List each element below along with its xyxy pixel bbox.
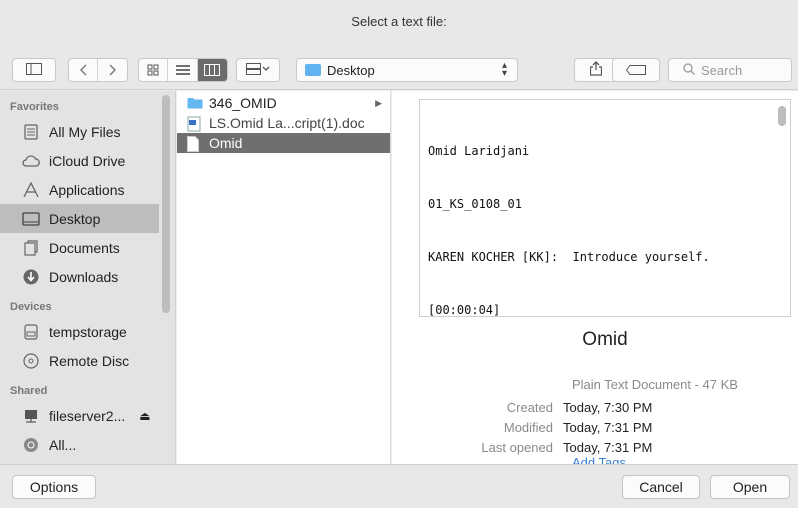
tags-button[interactable] xyxy=(612,58,660,82)
sidebar-item-label: Documents xyxy=(49,239,120,256)
file-row-doc[interactable]: LS.Omid La...cript(1).doc xyxy=(177,113,390,133)
meta-row-last-opened: Last opened Today, 7:31 PM xyxy=(392,437,798,457)
chevron-left-icon xyxy=(79,64,87,76)
desktop-icon xyxy=(22,211,40,227)
file-name: LS.Omid La...cript(1).doc xyxy=(209,115,365,131)
sidebar-item-label: iCloud Drive xyxy=(49,152,126,169)
file-column: 346_OMID ▶ LS.Omid La...cript(1).doc Omi… xyxy=(177,91,391,464)
preview-line: 01_KS_0108_01 xyxy=(428,197,522,211)
sidebar-item-label: fileserver2... xyxy=(49,407,126,424)
sidebar-item-label: All... xyxy=(49,436,77,453)
cancel-button[interactable]: Cancel xyxy=(622,475,700,499)
sidebar-heading-shared: Shared xyxy=(10,385,48,397)
meta-value: Today, 7:31 PM xyxy=(563,419,653,435)
columns-icon xyxy=(204,64,221,76)
sidebar-item-all-my-files[interactable]: All My Files xyxy=(0,117,175,146)
eject-icon[interactable]: ⏏ xyxy=(139,409,150,423)
cloud-icon xyxy=(22,153,40,169)
window-title: Select a text file: xyxy=(0,0,798,50)
preview-line: Omid Laridjani xyxy=(428,144,530,158)
doc-file-icon xyxy=(187,116,201,132)
sidebar-item-label: Remote Disc xyxy=(49,352,130,369)
meta-key: Last opened xyxy=(481,439,553,455)
drive-icon xyxy=(22,323,40,340)
downloads-icon xyxy=(22,269,40,285)
sidebar-item-label: Applications xyxy=(49,181,125,198)
text-preview[interactable]: Omid Laridjani 01_KS_0108_01 KAREN KOCHE… xyxy=(419,99,791,317)
group-icon xyxy=(246,62,270,78)
network-icon xyxy=(22,437,40,453)
folder-icon xyxy=(187,96,203,110)
sidebar-heading-devices: Devices xyxy=(10,301,52,313)
icon-view-button[interactable] xyxy=(139,59,169,81)
list-icon xyxy=(175,64,190,76)
search-field[interactable]: Search xyxy=(668,58,792,82)
back-forward-control xyxy=(68,58,128,82)
sidebar-icon xyxy=(26,62,42,78)
preview-pane: Omid Laridjani 01_KS_0108_01 KAREN KOCHE… xyxy=(392,91,798,464)
sidebar-item-remote-disc[interactable]: Remote Disc xyxy=(0,346,175,375)
preview-file-name: Omid xyxy=(582,329,628,350)
file-name: 346_OMID xyxy=(209,95,277,111)
search-placeholder: Search xyxy=(701,62,743,78)
bottom-bar: Options Cancel Open xyxy=(0,464,798,508)
list-view-button[interactable] xyxy=(168,59,198,81)
sidebar: Favorites All My Files iCloud Drive Appl… xyxy=(0,91,176,464)
toolbar: Desktop ▴ ▾ Search xyxy=(0,50,798,90)
preview-scrollbar[interactable] xyxy=(778,106,786,126)
meta-value: Today, 7:30 PM xyxy=(563,399,653,415)
file-row-text[interactable]: Omid xyxy=(177,133,390,153)
options-button[interactable]: Options xyxy=(12,475,96,499)
folder-icon xyxy=(305,64,321,76)
sidebar-item-documents[interactable]: Documents xyxy=(0,233,175,262)
documents-icon xyxy=(22,239,40,256)
server-icon xyxy=(22,408,40,424)
view-mode-control xyxy=(138,58,228,82)
applications-icon xyxy=(22,181,40,198)
sidebar-item-applications[interactable]: Applications xyxy=(0,175,175,204)
file-row-folder[interactable]: 346_OMID ▶ xyxy=(177,93,390,113)
disclosure-arrow-icon: ▶ xyxy=(375,97,382,108)
file-name: Omid xyxy=(209,135,243,151)
preview-file-kind: Plain Text Document - 47 KB xyxy=(572,377,738,392)
sidebar-heading-favorites: Favorites xyxy=(10,101,59,113)
sidebar-item-desktop[interactable]: Desktop xyxy=(0,204,159,233)
grid-icon xyxy=(147,64,159,76)
sidebar-toggle-button[interactable] xyxy=(12,58,56,82)
preview-line: KAREN KOCHER [KK]: Introduce yourself. xyxy=(428,250,710,264)
sidebar-item-label: All My Files xyxy=(49,123,121,140)
tag-icon xyxy=(625,63,646,78)
meta-row-modified: Modified Today, 7:31 PM xyxy=(392,417,798,437)
up-down-arrows-icon: ▴ ▾ xyxy=(501,60,507,79)
meta-value: Today, 7:31 PM xyxy=(563,439,653,455)
disc-icon xyxy=(22,352,40,369)
text-file-icon xyxy=(187,136,201,152)
meta-key: Created xyxy=(506,399,553,415)
share-icon xyxy=(589,61,603,79)
all-files-icon xyxy=(22,123,40,140)
preview-line: [00:00:04] OMID: My name is Omid Aski La… xyxy=(428,303,501,317)
add-tags-link[interactable]: Add Tags... xyxy=(572,455,637,464)
chevron-right-icon xyxy=(109,64,117,76)
sidebar-item-label: tempstorage xyxy=(49,323,127,340)
preview-metadata: Created Today, 7:30 PM Modified Today, 7… xyxy=(392,397,798,457)
group-by-button[interactable] xyxy=(236,58,280,82)
forward-button[interactable] xyxy=(98,59,127,81)
column-view-button[interactable] xyxy=(197,59,227,81)
meta-row-created: Created Today, 7:30 PM xyxy=(392,397,798,417)
open-button[interactable]: Open xyxy=(710,475,790,499)
back-button[interactable] xyxy=(69,59,99,81)
search-icon xyxy=(683,62,695,78)
location-label: Desktop xyxy=(327,62,375,78)
sidebar-item-icloud-drive[interactable]: iCloud Drive xyxy=(0,146,175,175)
sidebar-item-fileserver[interactable]: fileserver2... ⏏ xyxy=(0,401,175,430)
sidebar-item-downloads[interactable]: Downloads xyxy=(0,262,175,291)
sidebar-item-label: Downloads xyxy=(49,268,119,285)
sidebar-item-label: Desktop xyxy=(49,210,101,227)
location-popup[interactable]: Desktop ▴ ▾ xyxy=(296,58,518,82)
sidebar-item-tempstorage[interactable]: tempstorage xyxy=(0,317,175,346)
meta-key: Modified xyxy=(503,419,553,435)
sidebar-item-all-network[interactable]: All... xyxy=(0,430,175,459)
